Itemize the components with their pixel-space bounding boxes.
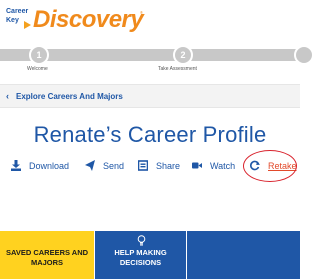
progress-stepper: 1 Welcome 2 Take Assessment [0,40,314,78]
step-label-take-assessment: Take Assessment [158,66,197,72]
page-title: Renate’s Career Profile [33,122,267,147]
third-tile[interactable] [186,231,300,279]
help-making-decisions-tile[interactable]: HELP MAKING DECISIONS [94,231,186,279]
breadcrumb-bar: ‹ Explore Careers And Majors [0,84,300,108]
send-label: Send [103,161,125,171]
download-icon [11,160,21,171]
explore-careers-link[interactable]: Explore Careers And Majors [16,92,123,101]
help-making-decisions-title: HELP MAKING DECISIONS [95,248,186,268]
saved-careers-line2: MAJORS [30,258,64,267]
watch-label: Watch [210,161,236,171]
logo-trademark: ® [140,10,143,15]
dashboard-tiles: SAVED CAREERS AND MAJORS HELP MAKING DEC… [0,231,300,279]
logo-discovery-text: Discovery [33,6,144,33]
step-label-welcome: Welcome [27,66,48,72]
video-icon [192,162,202,169]
retake-highlight-circle [243,150,297,182]
logo-career-text: Career [6,8,29,15]
download-label: Download [29,161,70,171]
step-circle-3[interactable] [294,45,314,65]
lightbulb-icon [137,235,146,246]
saved-careers-tile[interactable]: SAVED CAREERS AND MAJORS [0,231,94,279]
help-line1: HELP MAKING [114,248,167,257]
career-key-discovery-logo[interactable]: Career Key Discovery ® [6,6,146,34]
saved-careers-title: SAVED CAREERS AND MAJORS [0,248,94,268]
help-line2: DECISIONS [119,258,162,267]
logo-arrow-icon [24,21,31,29]
send-icon [85,160,95,171]
logo-key-text: Key [6,17,19,24]
step-circle-2[interactable]: 2 [173,45,193,65]
step-circle-1[interactable]: 1 [29,45,49,65]
chevron-left-icon[interactable]: ‹ [6,91,9,101]
saved-careers-line1: SAVED CAREERS AND [5,248,89,257]
share-icon [138,160,148,171]
share-label: Share [156,161,181,171]
